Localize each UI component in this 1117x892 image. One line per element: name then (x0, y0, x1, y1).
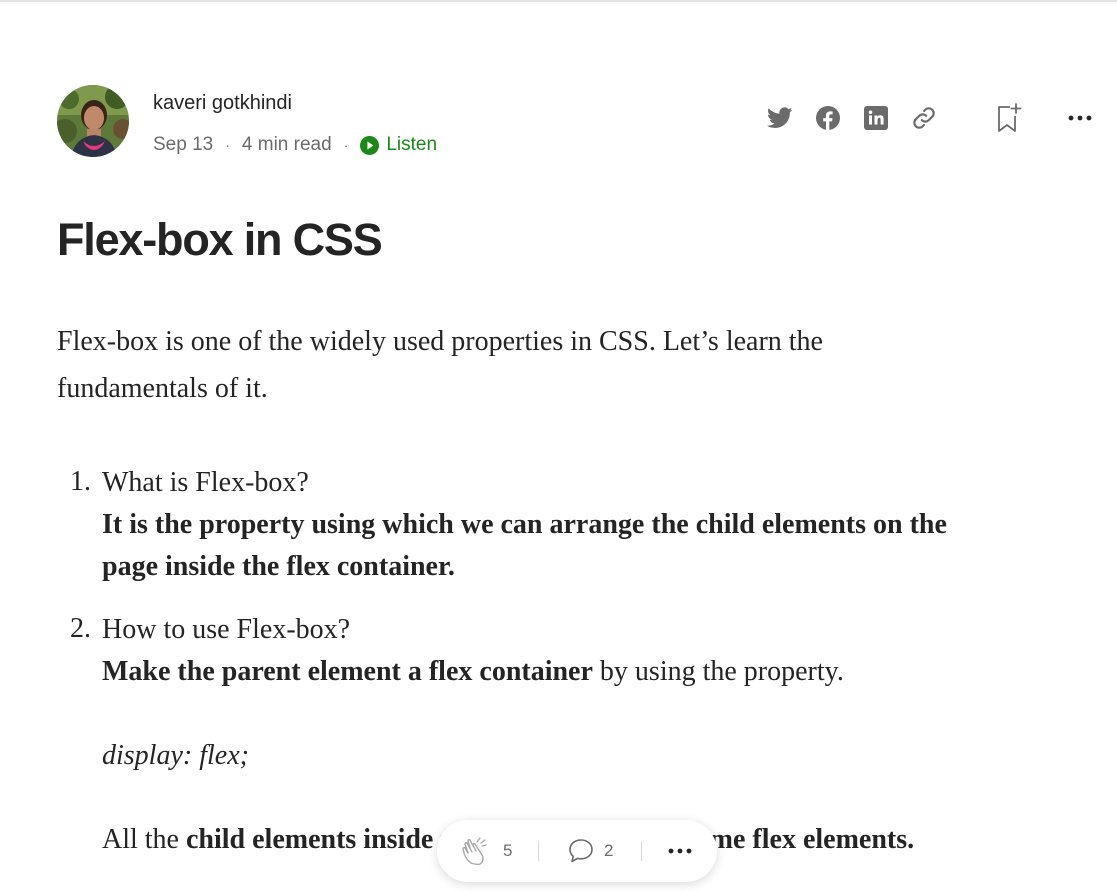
top-divider (0, 0, 1117, 2)
article-title: Flex-box in CSS (57, 214, 383, 265)
play-icon (360, 135, 380, 155)
list-answer: page inside the flex container. (102, 551, 455, 582)
meta-separator: · (225, 137, 230, 153)
list-number: 2. (70, 613, 91, 644)
comment-icon (569, 839, 593, 863)
clap-bar-divider (641, 841, 642, 861)
note-bold: child elements ins (186, 824, 398, 855)
clap-bar-more-button[interactable] (668, 820, 692, 882)
listen-label: Listen (386, 134, 438, 155)
meta-separator: · (343, 137, 349, 153)
responses-button[interactable]: 2 (567, 820, 613, 882)
clap-icon (462, 837, 487, 866)
post-meta: Sep 13 · 4 min read · Listen (153, 133, 437, 157)
intro-line: Flex-box is one of the widely used prope… (57, 326, 823, 357)
list-question: What is Flex-box? (102, 467, 309, 498)
link-icon[interactable] (908, 100, 940, 136)
list-item: What is Flex-box? It is the property usi… (102, 462, 1082, 588)
facebook-icon[interactable] (812, 100, 844, 136)
linkedin-icon[interactable] (860, 100, 892, 136)
author-name[interactable]: kaveri gotkhindi (153, 92, 292, 115)
listen-button[interactable]: Listen (360, 134, 437, 156)
list-question: How to use Flex-box? (102, 614, 351, 645)
response-count: 2 (604, 841, 614, 860)
list-number: 1. (70, 466, 91, 497)
answer-rest: by using the property. (592, 656, 844, 687)
note-start: All the (102, 824, 186, 855)
author-avatar[interactable] (57, 85, 129, 157)
clap-bar-divider (538, 841, 539, 861)
publish-date: Sep 13 (153, 134, 214, 155)
intro-paragraph: Flex-box is one of the widely used prope… (57, 318, 1017, 412)
code-snippet: display: flex; (102, 740, 249, 771)
intro-line: fundamentals of it. (57, 373, 268, 404)
more-icon[interactable] (1064, 100, 1096, 136)
twitter-icon[interactable] (764, 100, 796, 136)
clap-bar: 5 2 (437, 820, 717, 882)
more-icon (668, 848, 692, 854)
list-answer: It is the property using which we can ar… (102, 509, 947, 540)
read-time: 4 min read (241, 134, 332, 155)
answer-bold: Make the parent element a flex container (102, 656, 593, 687)
list-item: How to use Flex-box? Make the parent ele… (102, 609, 1082, 693)
list-answer: Make the parent element a flex container… (102, 651, 1082, 693)
clap-count: 5 (503, 841, 513, 860)
bookmark-add-icon[interactable] (992, 100, 1024, 136)
clap-button[interactable]: 5 (461, 820, 512, 882)
